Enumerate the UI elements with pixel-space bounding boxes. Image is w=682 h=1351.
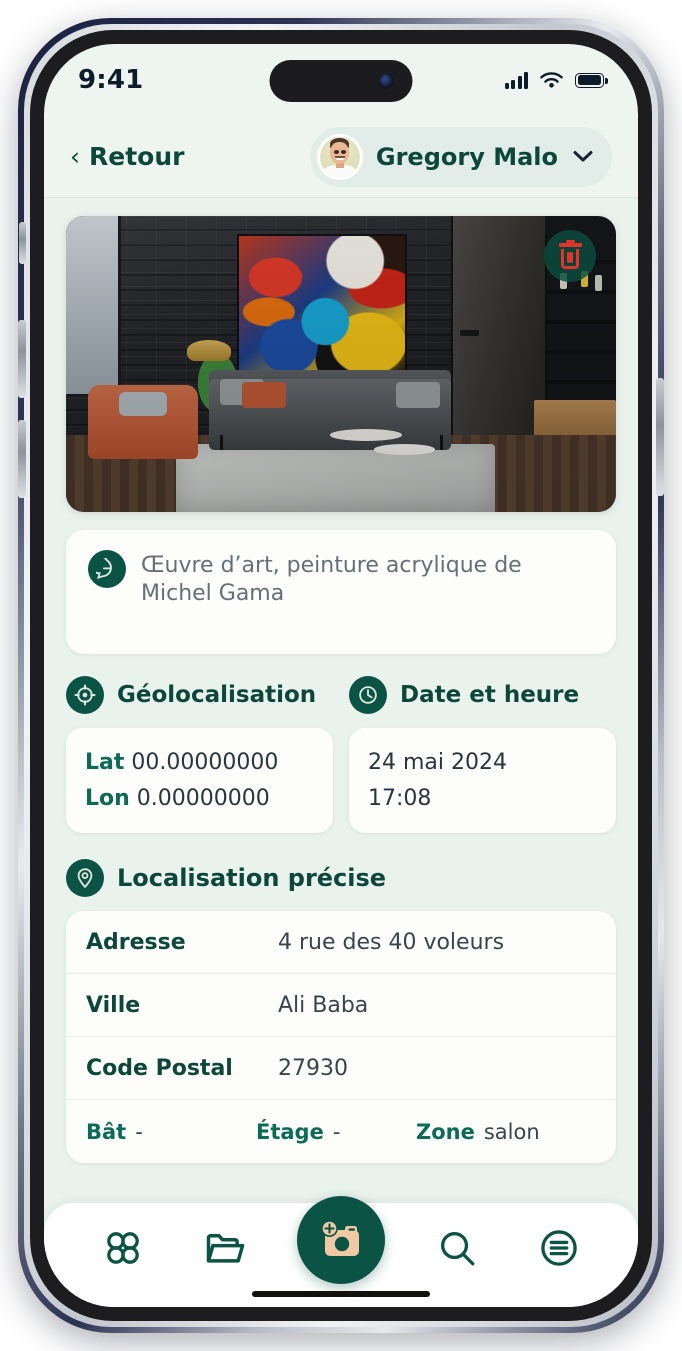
battery-icon bbox=[575, 72, 608, 88]
geolocation-header: Géolocalisation bbox=[66, 676, 333, 714]
detail-content: Œuvre d’art, peinture acrylique de Miche… bbox=[44, 198, 638, 1307]
geolocation-card: Lat 00.00000000 Lon 0.00000000 bbox=[66, 728, 333, 834]
back-button-label: Retour bbox=[89, 142, 185, 171]
row-label: Ville bbox=[86, 992, 141, 1018]
status-bar-time: 9:41 bbox=[78, 65, 144, 95]
building-label: Bât bbox=[86, 1119, 127, 1144]
comment-icon bbox=[88, 550, 126, 588]
datetime-header: Date et heure bbox=[349, 676, 616, 714]
volume-down-button[interactable] bbox=[18, 420, 26, 498]
app-header: ‹ Retour Gregory Malo bbox=[44, 116, 638, 198]
tab-apps[interactable] bbox=[93, 1218, 153, 1278]
longitude-label: Lon bbox=[85, 785, 130, 811]
latitude-label: Lat bbox=[85, 750, 125, 775]
status-bar: 9:41 bbox=[44, 44, 638, 116]
dynamic-island bbox=[269, 60, 413, 102]
floor-value: - bbox=[332, 1119, 341, 1144]
geolocation-section: Géolocalisation Lat 00.00000000 Lon 0.00… bbox=[66, 676, 333, 834]
row-value: Ali Baba bbox=[278, 992, 369, 1018]
precise-location-header: Localisation précise bbox=[66, 859, 616, 898]
tab-folder[interactable] bbox=[195, 1218, 255, 1278]
row-value: 4 rue des 40 voleurs bbox=[278, 929, 505, 955]
clock-icon bbox=[349, 676, 387, 714]
floor-label: Étage bbox=[256, 1119, 324, 1144]
precise-location-title: Localisation précise bbox=[117, 864, 387, 893]
datetime-card: 24 mai 2024 17:08 bbox=[349, 728, 616, 834]
item-photo[interactable] bbox=[66, 216, 616, 512]
description-text: Œuvre d’art, peinture acrylique de Miche… bbox=[141, 553, 522, 606]
user-menu-button[interactable]: Gregory Malo bbox=[309, 126, 612, 187]
bottom-navigation bbox=[44, 1196, 638, 1307]
cellular-signal-icon bbox=[504, 71, 528, 89]
row-label: Code Postal bbox=[86, 1055, 233, 1081]
back-chevron-icon: ‹ bbox=[70, 142, 80, 171]
delete-photo-button[interactable] bbox=[544, 230, 596, 282]
home-indicator bbox=[252, 1291, 430, 1297]
avatar-image bbox=[319, 136, 360, 177]
zone-field: Zone salon bbox=[416, 1120, 540, 1144]
tab-menu[interactable] bbox=[529, 1218, 589, 1278]
table-row[interactable]: Code Postal 27930 bbox=[66, 1037, 616, 1101]
building-value: - bbox=[135, 1119, 143, 1144]
add-photo-camera-icon bbox=[321, 1220, 359, 1256]
search-icon bbox=[440, 1231, 475, 1266]
volume-up-button[interactable] bbox=[18, 320, 26, 398]
table-row-inline[interactable]: Bât - Étage - Zone salon bbox=[66, 1100, 616, 1163]
menu-list-circle-icon bbox=[541, 1230, 577, 1266]
date-value: 24 mai 2024 bbox=[368, 750, 507, 775]
front-camera-icon bbox=[378, 73, 394, 89]
datetime-title: Date et heure bbox=[400, 682, 580, 708]
power-button[interactable] bbox=[656, 378, 664, 496]
folder-icon bbox=[206, 1233, 245, 1263]
wifi-icon bbox=[540, 71, 563, 88]
geolocation-title: Géolocalisation bbox=[117, 682, 317, 708]
latitude-row: Lat 00.00000000 bbox=[85, 745, 314, 781]
zone-value: salon bbox=[483, 1119, 540, 1144]
avatar bbox=[316, 133, 363, 180]
back-button[interactable]: ‹ Retour bbox=[70, 142, 184, 171]
phone-screen: 9:41 ‹ Retour Gregory Malo Œuvre d’art, … bbox=[44, 44, 638, 1307]
row-value: 27930 bbox=[278, 1055, 348, 1081]
description-card[interactable]: Œuvre d’art, peinture acrylique de Miche… bbox=[66, 530, 616, 654]
crosshair-icon bbox=[66, 676, 104, 714]
screenshot-stage: 9:41 ‹ Retour Gregory Malo Œuvre d’art, … bbox=[0, 0, 682, 1351]
precise-location-table: Adresse 4 rue des 40 voleurs Ville Ali B… bbox=[66, 911, 616, 1164]
table-row[interactable]: Adresse 4 rue des 40 voleurs bbox=[66, 911, 616, 975]
geo-datetime-row: Géolocalisation Lat 00.00000000 Lon 0.00… bbox=[66, 676, 616, 834]
grid-apps-icon bbox=[107, 1232, 139, 1264]
row-label: Adresse bbox=[86, 929, 186, 955]
silent-switch-button[interactable] bbox=[19, 222, 26, 264]
photo-image bbox=[66, 216, 616, 512]
status-bar-indicators bbox=[504, 71, 608, 90]
zone-label: Zone bbox=[416, 1119, 475, 1144]
floor-field: Étage - bbox=[256, 1120, 416, 1144]
longitude-row: Lon 0.00000000 bbox=[85, 781, 314, 817]
time-value: 17:08 bbox=[368, 785, 432, 811]
latitude-value: 00.00000000 bbox=[131, 750, 279, 775]
building-field: Bât - bbox=[86, 1120, 256, 1144]
trash-icon bbox=[558, 240, 582, 269]
user-name-label: Gregory Malo bbox=[375, 142, 558, 171]
tab-capture[interactable] bbox=[297, 1196, 385, 1284]
tab-search[interactable] bbox=[427, 1218, 487, 1278]
chevron-down-icon bbox=[573, 151, 593, 162]
table-row[interactable]: Ville Ali Baba bbox=[66, 974, 616, 1038]
longitude-value: 0.00000000 bbox=[136, 785, 270, 811]
datetime-section: Date et heure 24 mai 2024 17:08 bbox=[349, 676, 616, 834]
map-pin-icon bbox=[66, 859, 104, 898]
